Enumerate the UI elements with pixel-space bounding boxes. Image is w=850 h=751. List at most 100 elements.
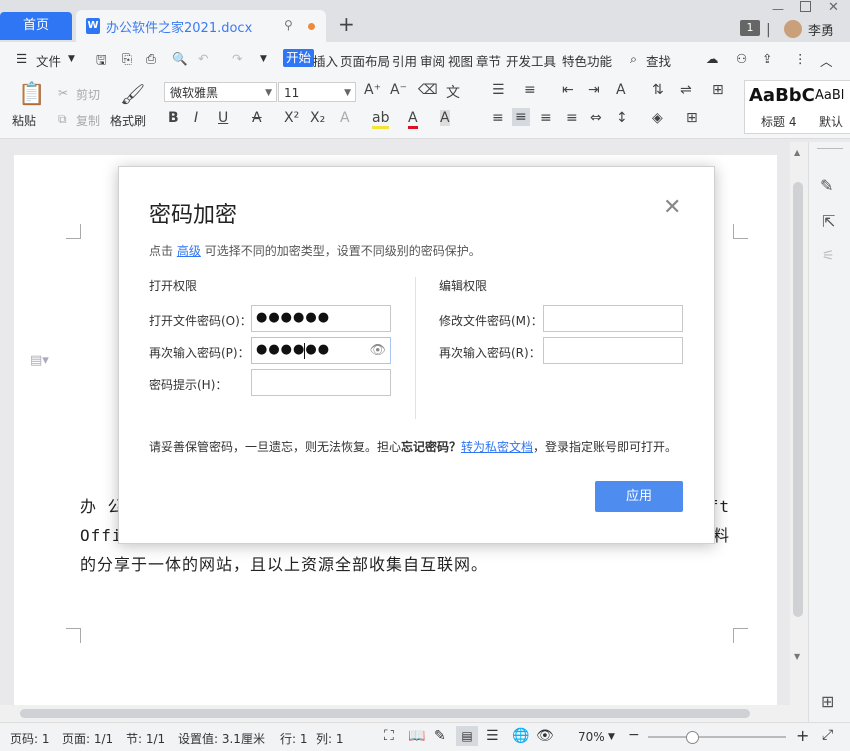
adjust-icon[interactable]: ⚟ <box>822 248 835 264</box>
user-name[interactable]: 李勇 <box>808 20 834 39</box>
hamburger-icon[interactable]: ☰ <box>16 51 27 66</box>
menu-tab-view[interactable]: 视图 <box>448 51 473 70</box>
close-icon[interactable]: ✕ <box>663 195 681 220</box>
font-color-icon[interactable]: A <box>408 110 418 129</box>
cut-button[interactable]: 剪切 <box>76 86 100 103</box>
numbering-icon[interactable]: ≡ <box>524 82 536 98</box>
menu-file[interactable]: 文件 <box>36 51 61 70</box>
menu-tab-start[interactable]: 开始 <box>283 49 315 67</box>
underline-icon[interactable]: U <box>218 110 228 126</box>
search-icon[interactable]: ⌕ <box>630 51 637 67</box>
status-page-number[interactable]: 页码: 1 <box>10 730 50 747</box>
increase-indent-icon[interactable]: ⇥ <box>588 82 600 98</box>
cloud-icon[interactable]: ☁ <box>706 51 719 66</box>
menu-tab-features[interactable]: 特色功能 <box>562 51 612 70</box>
align-left-icon[interactable]: ≡ <box>492 110 504 126</box>
status-setting[interactable]: 设置值: 3.1厘米 <box>178 730 265 747</box>
italic-icon[interactable]: I <box>194 110 198 126</box>
cut-icon[interactable]: ✂ <box>58 86 68 100</box>
copy-button[interactable]: 复制 <box>76 112 100 129</box>
copy-icon[interactable]: ⧉ <box>58 112 67 127</box>
reenter-password-input[interactable]: ●●●●●● 👁 <box>251 337 391 364</box>
status-col[interactable]: 列: 1 <box>316 730 344 747</box>
borders-icon[interactable]: ⊞ <box>686 110 698 126</box>
horizontal-scrollbar[interactable] <box>0 705 808 722</box>
decrease-indent-icon[interactable]: ⇤ <box>562 82 574 98</box>
menu-tab-page-layout[interactable]: 页面布局 <box>340 51 390 70</box>
write-mode-icon[interactable]: ✎ <box>434 728 446 744</box>
select-cursor-icon[interactable]: ⇱ <box>822 212 835 231</box>
pin-icon[interactable]: ⚲ <box>284 18 293 32</box>
scroll-up-icon[interactable]: ▲ <box>794 148 800 157</box>
export-icon[interactable]: ⎘ <box>122 51 132 67</box>
font-shrink-icon[interactable]: A⁻ <box>390 82 407 98</box>
menu-tab-section[interactable]: 章节 <box>476 51 501 70</box>
paste-icon[interactable]: 📋 <box>18 82 45 107</box>
menu-tab-review[interactable]: 审阅 <box>420 51 445 70</box>
zoom-level[interactable]: 70% <box>578 730 605 744</box>
justify-icon[interactable]: ≡ <box>566 110 578 126</box>
vertical-scrollbar[interactable]: ▲ ▼ <box>790 142 808 722</box>
char-spacing-icon[interactable]: A <box>616 82 626 98</box>
style-preview-default[interactable]: AaBl <box>815 88 844 103</box>
bold-icon[interactable]: B <box>168 110 179 126</box>
font-size-select[interactable]: 11 ▼ <box>278 82 356 102</box>
table-icon[interactable]: ⊞ <box>712 82 724 98</box>
font-name-select[interactable]: 微软雅黑 ▼ <box>164 82 277 102</box>
password-hint-input[interactable] <box>251 369 391 396</box>
scroll-down-icon[interactable]: ▼ <box>794 652 800 661</box>
more-options-icon[interactable]: ⋮ <box>794 51 807 66</box>
status-page[interactable]: 页面: 1/1 <box>62 730 113 747</box>
fullscreen-icon[interactable]: ⛶ <box>384 728 394 744</box>
collapse-ribbon-icon[interactable]: ︿ <box>820 51 833 70</box>
bullets-icon[interactable]: ☰ <box>492 82 505 98</box>
show-password-icon[interactable]: 👁 <box>369 343 386 358</box>
menu-tab-developer[interactable]: 开发工具 <box>506 51 556 70</box>
window-count-badge[interactable]: 1 <box>740 20 760 36</box>
distribute-icon[interactable]: ⇔ <box>590 110 602 126</box>
status-row[interactable]: 行: 1 <box>280 730 308 747</box>
private-doc-link[interactable]: 转为私密文档 <box>461 440 533 454</box>
vertical-scroll-thumb[interactable] <box>793 182 803 617</box>
tab-home[interactable]: 首页 <box>0 12 72 40</box>
avatar[interactable] <box>784 20 802 38</box>
page-view-icon[interactable]: ▤ <box>456 726 478 746</box>
style-gallery[interactable]: AaBbC AaBl 标题 4 默认 <box>744 80 850 134</box>
paragraph-handle-icon[interactable]: ▤▾ <box>30 353 49 368</box>
open-password-input[interactable]: ●●●●●● <box>251 305 391 332</box>
tab-document[interactable]: W 办公软件之家2021.docx ⚲ <box>76 10 326 42</box>
apply-button[interactable]: 应用 <box>595 481 683 512</box>
chevron-down-icon[interactable]: ▼ <box>68 54 75 64</box>
font-grow-icon[interactable]: A⁺ <box>364 82 381 98</box>
paste-button[interactable]: 粘贴 <box>12 112 36 129</box>
maximize-icon[interactable] <box>800 1 811 12</box>
modify-reenter-input[interactable] <box>543 337 683 364</box>
zoom-slider-thumb[interactable] <box>686 731 699 744</box>
line-spacing-icon[interactable]: ↕ <box>616 110 628 126</box>
status-section[interactable]: 节: 1/1 <box>126 730 165 747</box>
quick-access-more-icon[interactable]: ▼ <box>260 54 267 64</box>
horizontal-scroll-thumb[interactable] <box>20 709 750 718</box>
collaborate-icon[interactable]: ⚇ <box>736 51 747 66</box>
eye-protection-icon[interactable]: 👁 <box>536 728 554 744</box>
align-right-icon[interactable]: ≡ <box>540 110 552 126</box>
advanced-link[interactable]: 高级 <box>177 244 201 258</box>
style-preview-heading4[interactable]: AaBbC <box>749 85 815 106</box>
pen-icon[interactable]: ✎ <box>820 176 833 195</box>
close-window-icon[interactable]: ✕ <box>828 0 839 15</box>
print-icon[interactable]: ⎙ <box>146 51 156 67</box>
zoom-dropdown-icon[interactable]: ▼ <box>608 732 615 742</box>
menu-tab-references[interactable]: 引用 <box>392 51 417 70</box>
align-center-icon[interactable]: ≡ <box>512 108 530 126</box>
read-mode-icon[interactable]: 📖 <box>408 728 425 744</box>
text-effect-icon[interactable]: A <box>340 110 350 126</box>
print-preview-icon[interactable]: 🔍 <box>172 51 188 67</box>
new-tab-button[interactable]: + <box>338 12 355 36</box>
minimize-icon[interactable]: — <box>772 2 784 16</box>
zoom-out-icon[interactable]: − <box>628 727 640 743</box>
web-view-icon[interactable]: 🌐 <box>512 728 529 744</box>
grid-apps-icon[interactable]: ⊞ <box>821 692 834 711</box>
menu-search[interactable]: 查找 <box>646 51 671 70</box>
format-painter-icon[interactable]: 🖌 <box>120 82 145 106</box>
char-shading-icon[interactable]: A <box>440 110 450 126</box>
